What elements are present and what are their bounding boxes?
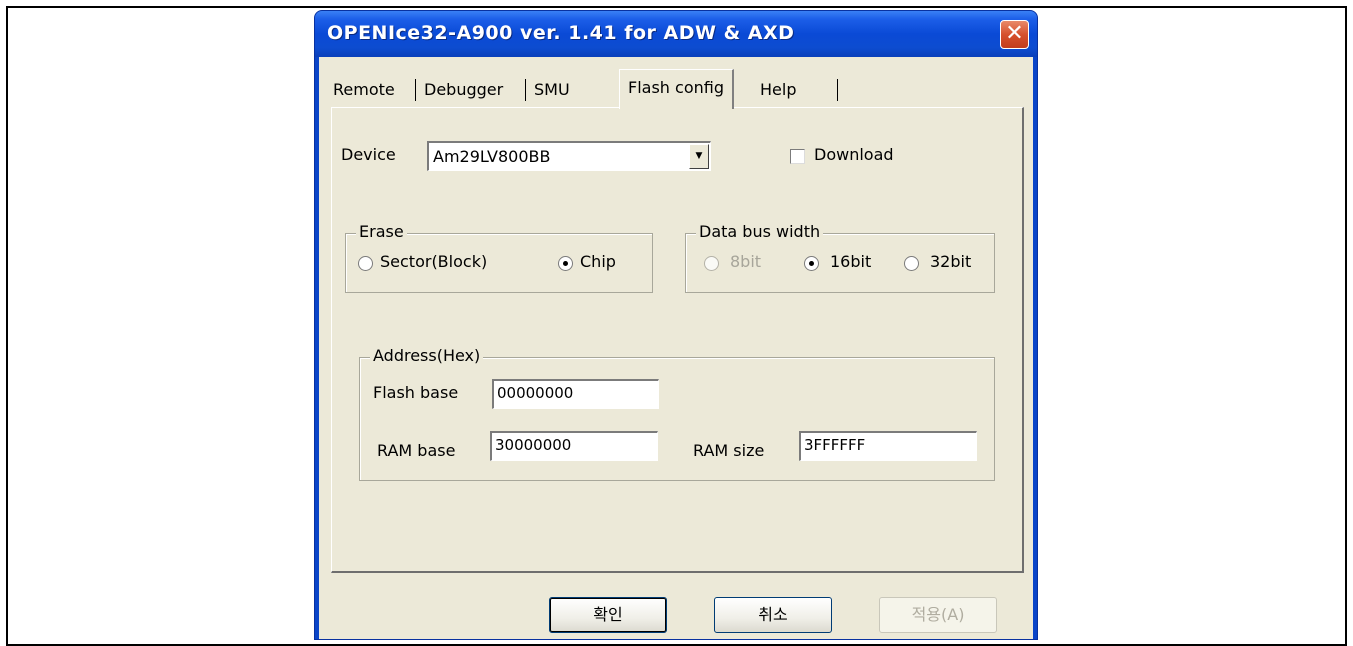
tab-help[interactable]: Help xyxy=(760,75,796,105)
ram-base-input[interactable]: 30000000 xyxy=(490,431,658,461)
ram-size-label: RAM size xyxy=(693,441,765,460)
data-bus-width-group: Data bus width 8bit 16bit 32bit xyxy=(685,222,995,293)
title-bar[interactable]: OPENIce32-A900 ver. 1.41 for ADW & AXD ✕ xyxy=(315,11,1037,57)
radio-sector-block-label: Sector(Block) xyxy=(380,252,488,271)
tab-debugger[interactable]: Debugger xyxy=(424,75,503,105)
erase-group: Erase Sector(Block) Chip xyxy=(345,222,653,293)
address-group-title: Address(Hex) xyxy=(370,346,484,365)
device-combobox[interactable]: Am29LV800BB ▼ xyxy=(427,141,711,171)
dialog-client: Remote Debugger SMU Flash config Help De… xyxy=(319,57,1033,639)
close-button[interactable]: ✕ xyxy=(1000,20,1029,49)
radio-32bit-label: 32bit xyxy=(930,252,972,271)
tab-smu[interactable]: SMU xyxy=(534,75,570,105)
tab-separator xyxy=(525,79,526,101)
close-icon: ✕ xyxy=(1005,21,1024,46)
chevron-down-icon: ▼ xyxy=(695,151,703,161)
radio-sector-block[interactable] xyxy=(358,256,373,271)
cancel-button[interactable]: 취소 xyxy=(714,597,832,633)
dialog-window: OPENIce32-A900 ver. 1.41 for ADW & AXD ✕… xyxy=(314,10,1038,640)
ok-button[interactable]: 확인 xyxy=(549,597,667,633)
device-value: Am29LV800BB xyxy=(433,147,551,166)
apply-button: 적용(A) xyxy=(879,597,997,633)
radio-8bit-label: 8bit xyxy=(730,252,762,271)
radio-8bit xyxy=(704,256,719,271)
radio-16bit[interactable] xyxy=(804,256,819,271)
tab-flash-config[interactable]: Flash config xyxy=(619,69,734,109)
radio-chip-label: Chip xyxy=(580,252,616,271)
download-label: Download xyxy=(814,145,894,164)
radio-32bit[interactable] xyxy=(904,256,919,271)
data-bus-width-title: Data bus width xyxy=(696,222,824,241)
tab-remote[interactable]: Remote xyxy=(333,75,395,105)
radio-16bit-label: 16bit xyxy=(830,252,872,271)
tab-separator xyxy=(837,79,838,101)
erase-group-title: Erase xyxy=(356,222,407,241)
flash-config-panel xyxy=(331,107,1024,573)
flash-base-label: Flash base xyxy=(373,383,459,402)
device-label: Device xyxy=(341,145,396,164)
ram-size-input[interactable]: 3FFFFFF xyxy=(799,431,977,461)
dropdown-button[interactable]: ▼ xyxy=(689,144,709,169)
tab-separator xyxy=(415,79,416,101)
download-checkbox[interactable] xyxy=(790,149,805,164)
radio-chip[interactable] xyxy=(558,256,573,271)
ram-base-label: RAM base xyxy=(377,441,456,460)
address-group: Address(Hex) xyxy=(359,346,995,481)
flash-base-input[interactable]: 00000000 xyxy=(492,379,659,409)
window-title: OPENIce32-A900 ver. 1.41 for ADW & AXD xyxy=(327,22,795,44)
